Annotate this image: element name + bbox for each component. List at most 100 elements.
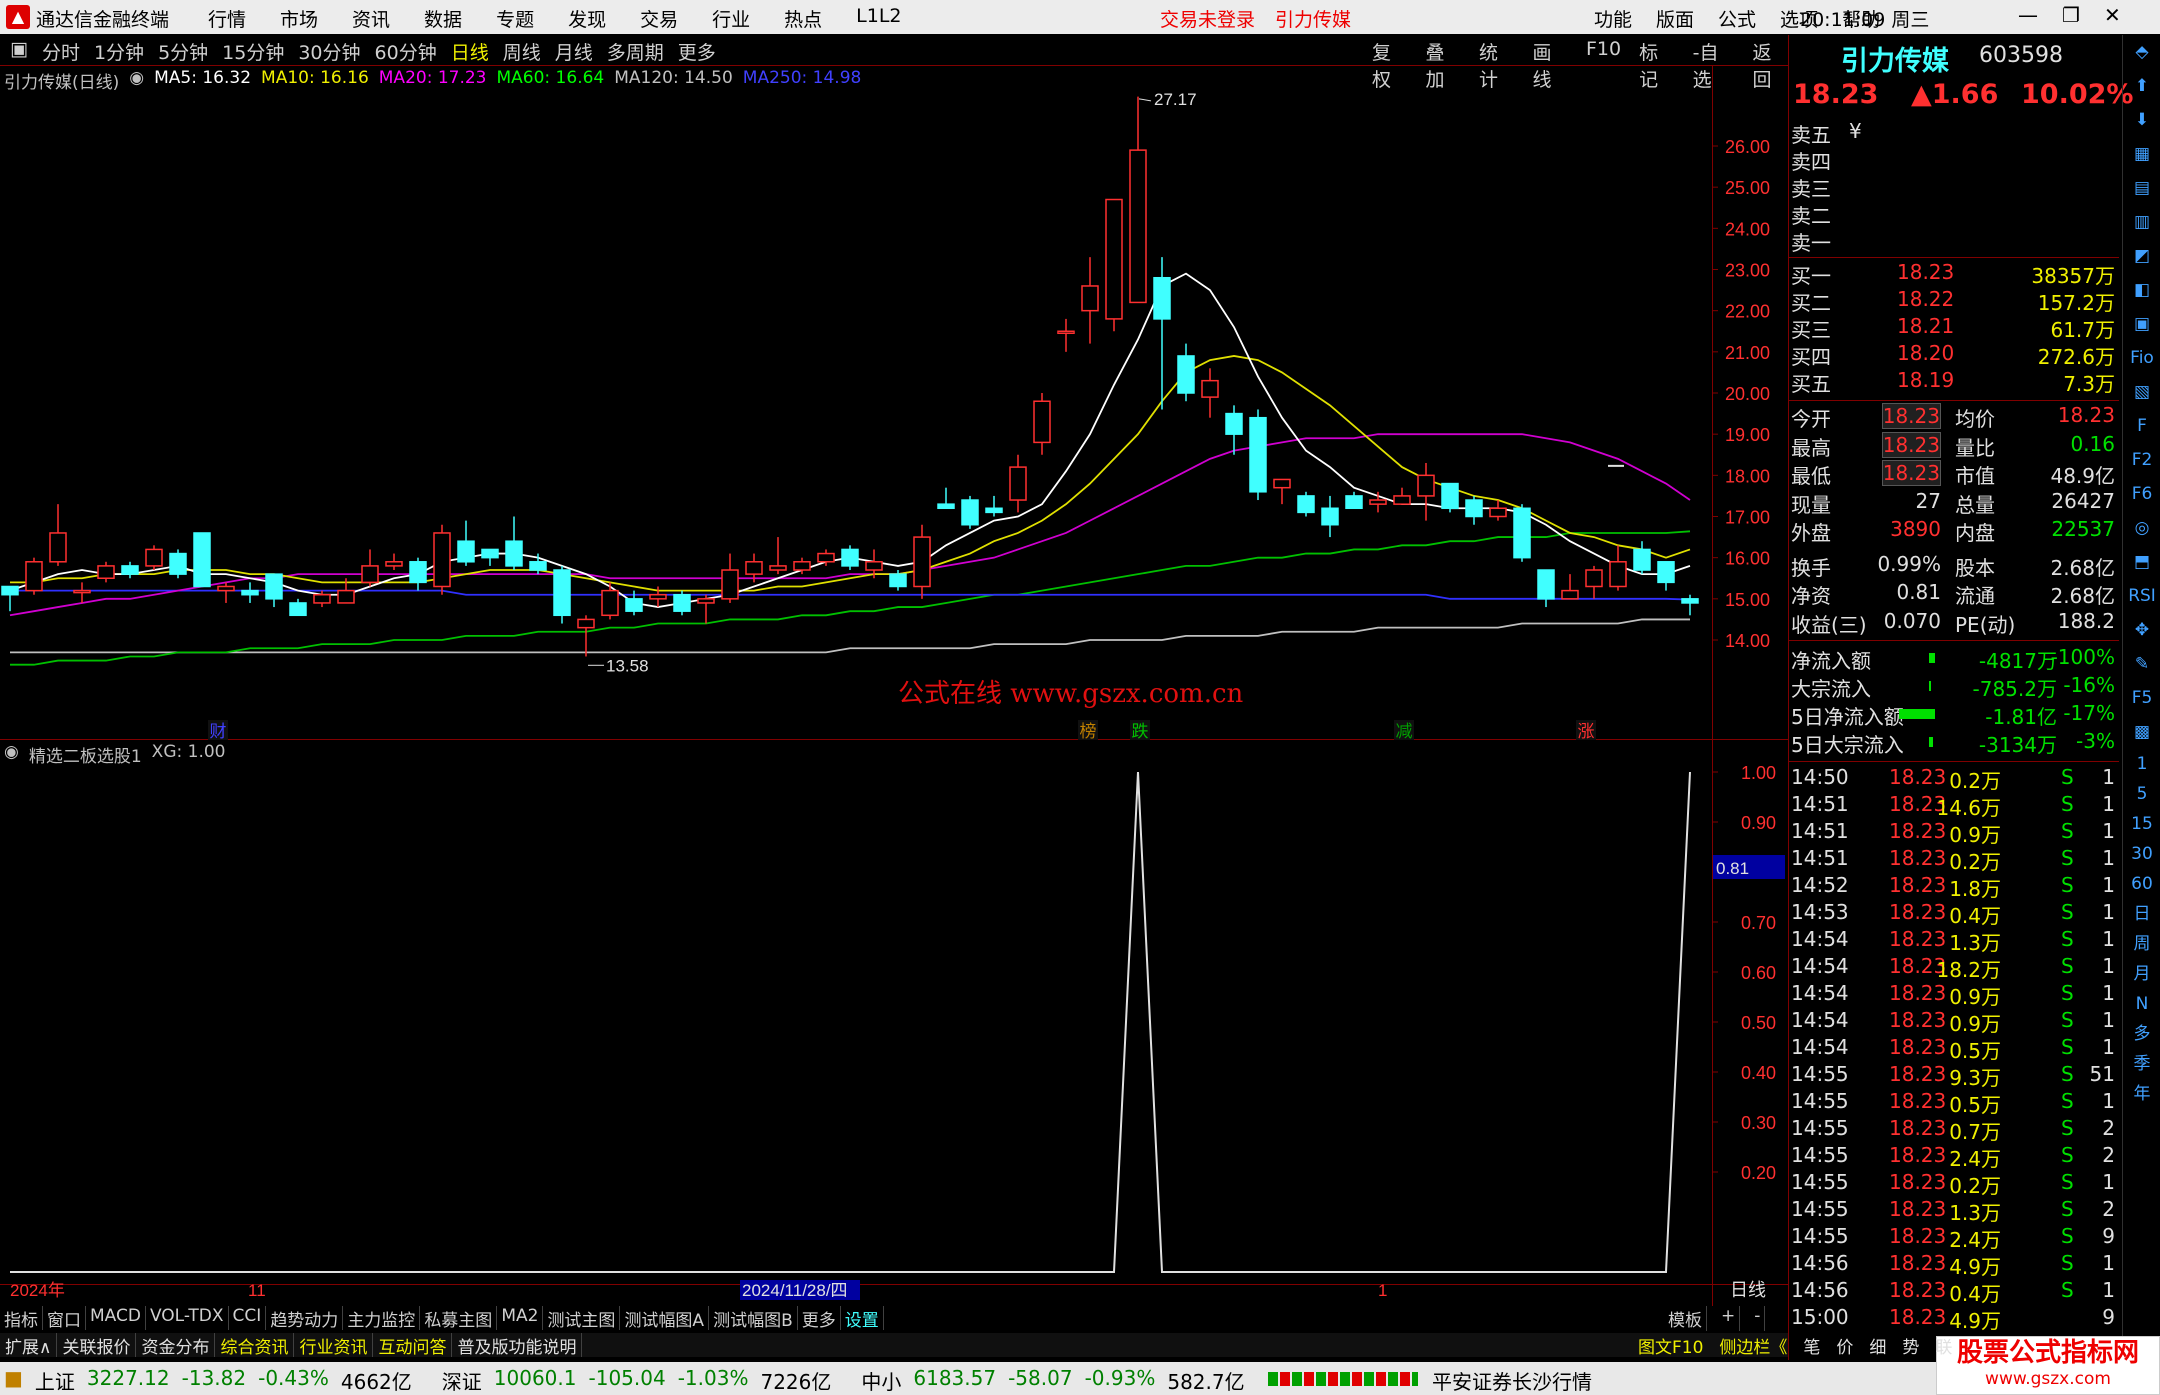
bid-label: 买一 bbox=[1791, 264, 1831, 288]
side-tool-icon[interactable]: 30 bbox=[2123, 839, 2160, 869]
close-icon[interactable]: ✕ bbox=[2104, 3, 2121, 27]
ext-tab[interactable]: 普及版功能说明 bbox=[452, 1333, 583, 1358]
ext-tab[interactable]: 综合资讯 bbox=[215, 1333, 295, 1358]
side-tab[interactable]: 势 bbox=[1902, 1333, 1919, 1358]
side-tool-icon[interactable]: 日 bbox=[2123, 899, 2160, 929]
side-tool-icon[interactable]: ▦ bbox=[2123, 137, 2160, 171]
side-tool-icon[interactable]: ✥ bbox=[2123, 613, 2160, 647]
period-tab[interactable]: 月线 bbox=[555, 38, 593, 65]
menu-item[interactable]: 行情 bbox=[208, 5, 246, 32]
indicator-tab[interactable]: VOL-TDX bbox=[146, 1306, 229, 1330]
ext-tab[interactable]: 扩展∧ bbox=[0, 1333, 58, 1358]
menu-item[interactable]: 发现 bbox=[568, 5, 606, 32]
indicator-tab[interactable]: 趋势动力 bbox=[266, 1306, 344, 1331]
side-tool-icon[interactable]: 60 bbox=[2123, 869, 2160, 899]
side-tool-icon[interactable]: F5 bbox=[2123, 681, 2160, 715]
side-tool-icon[interactable]: 周 bbox=[2123, 929, 2160, 959]
template-button[interactable]: 模板 bbox=[1664, 1306, 1707, 1331]
period-tab[interactable]: 分时 bbox=[42, 38, 80, 65]
indicator-tab[interactable]: 私募主图 bbox=[420, 1306, 498, 1331]
side-tool-icon[interactable]: ⬇ bbox=[2123, 103, 2160, 137]
menu-item[interactable]: 行业 bbox=[712, 5, 750, 32]
kline-chart[interactable]: 26.00 25.00 24.00 23.00 22.00 21.00 20.00 19.00… bbox=[0, 66, 1788, 1306]
side-tab[interactable]: 笔 bbox=[1803, 1333, 1820, 1358]
right-menu-item[interactable]: 功能 bbox=[1594, 5, 1632, 32]
period-tab[interactable]: 30分钟 bbox=[298, 38, 360, 65]
index-quote[interactable]: 深证 10060.1 -105.04 -1.03% 7226亿 bbox=[442, 1366, 832, 1395]
indicator-tab[interactable]: 设置 bbox=[841, 1306, 884, 1331]
side-tool-icon[interactable]: ▩ bbox=[2123, 715, 2160, 749]
indicator-tab[interactable]: 主力监控 bbox=[343, 1306, 421, 1331]
indicator-tab[interactable]: 更多 bbox=[798, 1306, 841, 1331]
side-tool-icon[interactable]: ▥ bbox=[2123, 205, 2160, 239]
period-tab[interactable]: 5分钟 bbox=[158, 38, 208, 65]
side-tab[interactable]: 细 bbox=[1869, 1333, 1886, 1358]
restore-icon[interactable]: ❐ bbox=[2062, 3, 2080, 27]
ext-tab[interactable]: 行业资讯 bbox=[294, 1333, 374, 1358]
ext-tab[interactable]: 关联报价 bbox=[57, 1333, 137, 1358]
ext-tab[interactable]: 资金分布 bbox=[136, 1333, 216, 1358]
side-tool-icon[interactable]: RSI bbox=[2123, 579, 2160, 613]
side-tab[interactable]: 联 bbox=[1935, 1333, 1952, 1358]
period-tab[interactable]: 更多 bbox=[678, 38, 716, 65]
side-tool-icon[interactable]: Fio bbox=[2123, 341, 2160, 375]
right-menu-item[interactable]: 版面 bbox=[1656, 5, 1694, 32]
side-tool-icon[interactable]: ◎ bbox=[2123, 511, 2160, 545]
side-tool-icon[interactable]: 月 bbox=[2123, 959, 2160, 989]
menu-item[interactable]: L1L2 bbox=[856, 5, 901, 32]
period-tab[interactable]: 周线 bbox=[503, 38, 541, 65]
indicator-tab[interactable]: MA2 bbox=[497, 1306, 544, 1330]
side-tool-icon[interactable]: ▧ bbox=[2123, 375, 2160, 409]
indicator-tab[interactable]: 测试主图 bbox=[543, 1306, 621, 1331]
menu-item[interactable]: 专题 bbox=[496, 5, 534, 32]
side-tool-icon[interactable]: N bbox=[2123, 989, 2160, 1019]
indicator-tab[interactable]: MACD bbox=[86, 1306, 146, 1330]
side-tab[interactable]: 图文F10 bbox=[1638, 1333, 1703, 1358]
period-tab[interactable]: 日线 bbox=[451, 38, 489, 65]
side-tool-icon[interactable]: ⬆ bbox=[2123, 69, 2160, 103]
side-tool-icon[interactable]: 季 bbox=[2123, 1049, 2160, 1079]
template-button[interactable]: + bbox=[1717, 1306, 1741, 1331]
index-quote[interactable]: ■ 上证 3227.12 -13.82 -0.43% 4662亿 bbox=[4, 1366, 412, 1395]
indicator-tab[interactable]: 窗口 bbox=[43, 1306, 86, 1331]
side-tool-icon[interactable]: ◧ bbox=[2123, 273, 2160, 307]
side-tool-icon[interactable]: F bbox=[2123, 409, 2160, 443]
trade-time: 14:55 bbox=[1791, 1143, 1849, 1167]
period-tab[interactable]: 60分钟 bbox=[375, 38, 437, 65]
side-tool-icon[interactable]: 多 bbox=[2123, 1019, 2160, 1049]
side-tab[interactable]: 价 bbox=[1836, 1333, 1853, 1358]
indicator-tab[interactable]: 测试幅图B bbox=[709, 1306, 798, 1331]
side-tool-icon[interactable]: 15 bbox=[2123, 809, 2160, 839]
indicator-tab[interactable]: 指标 bbox=[0, 1306, 43, 1331]
side-tool-icon[interactable]: ✎ bbox=[2123, 647, 2160, 681]
minimize-icon[interactable]: — bbox=[2018, 3, 2038, 27]
side-tool-icon[interactable]: ◩ bbox=[2123, 239, 2160, 273]
ext-tab[interactable]: 互动问答 bbox=[373, 1333, 453, 1358]
side-tool-icon[interactable]: ▣ bbox=[2123, 307, 2160, 341]
side-tool-icon[interactable]: F6 bbox=[2123, 477, 2160, 511]
side-tool-icon[interactable]: ⬒ bbox=[2123, 545, 2160, 579]
panel-toggle-icon[interactable]: ▣ bbox=[10, 38, 28, 65]
menu-item[interactable]: 交易 bbox=[640, 5, 678, 32]
menu-item[interactable]: 热点 bbox=[784, 5, 822, 32]
stat-value2: 0.16 bbox=[2070, 431, 2115, 456]
period-tab[interactable]: 多周期 bbox=[607, 38, 664, 65]
side-tool-icon[interactable]: 1 bbox=[2123, 749, 2160, 779]
indicator-tab[interactable]: CCI bbox=[229, 1306, 267, 1330]
menu-item[interactable]: 市场 bbox=[280, 5, 318, 32]
template-button[interactable]: - bbox=[1750, 1306, 1766, 1331]
side-tool-icon[interactable]: ⬘ bbox=[2123, 35, 2160, 69]
index-quote[interactable]: 中小 6183.57 -58.07 -0.93% 582.7亿 bbox=[861, 1366, 1244, 1395]
side-tool-icon[interactable]: ▤ bbox=[2123, 171, 2160, 205]
menu-item[interactable]: 数据 bbox=[424, 5, 462, 32]
menu-item[interactable]: 资讯 bbox=[352, 5, 390, 32]
right-menu-item[interactable]: 公式 bbox=[1718, 5, 1756, 32]
side-tool-icon[interactable]: 年 bbox=[2123, 1079, 2160, 1109]
side-tool-icon[interactable]: F2 bbox=[2123, 443, 2160, 477]
indicator-tab[interactable]: 测试幅图A bbox=[620, 1306, 710, 1331]
period-tab[interactable]: 1分钟 bbox=[94, 38, 144, 65]
trade-login-status[interactable]: 交易未登录 bbox=[1160, 5, 1255, 32]
period-tab[interactable]: 15分钟 bbox=[222, 38, 284, 65]
side-tab[interactable]: 侧边栏《 bbox=[1719, 1333, 1787, 1358]
side-tool-icon[interactable]: 5 bbox=[2123, 779, 2160, 809]
